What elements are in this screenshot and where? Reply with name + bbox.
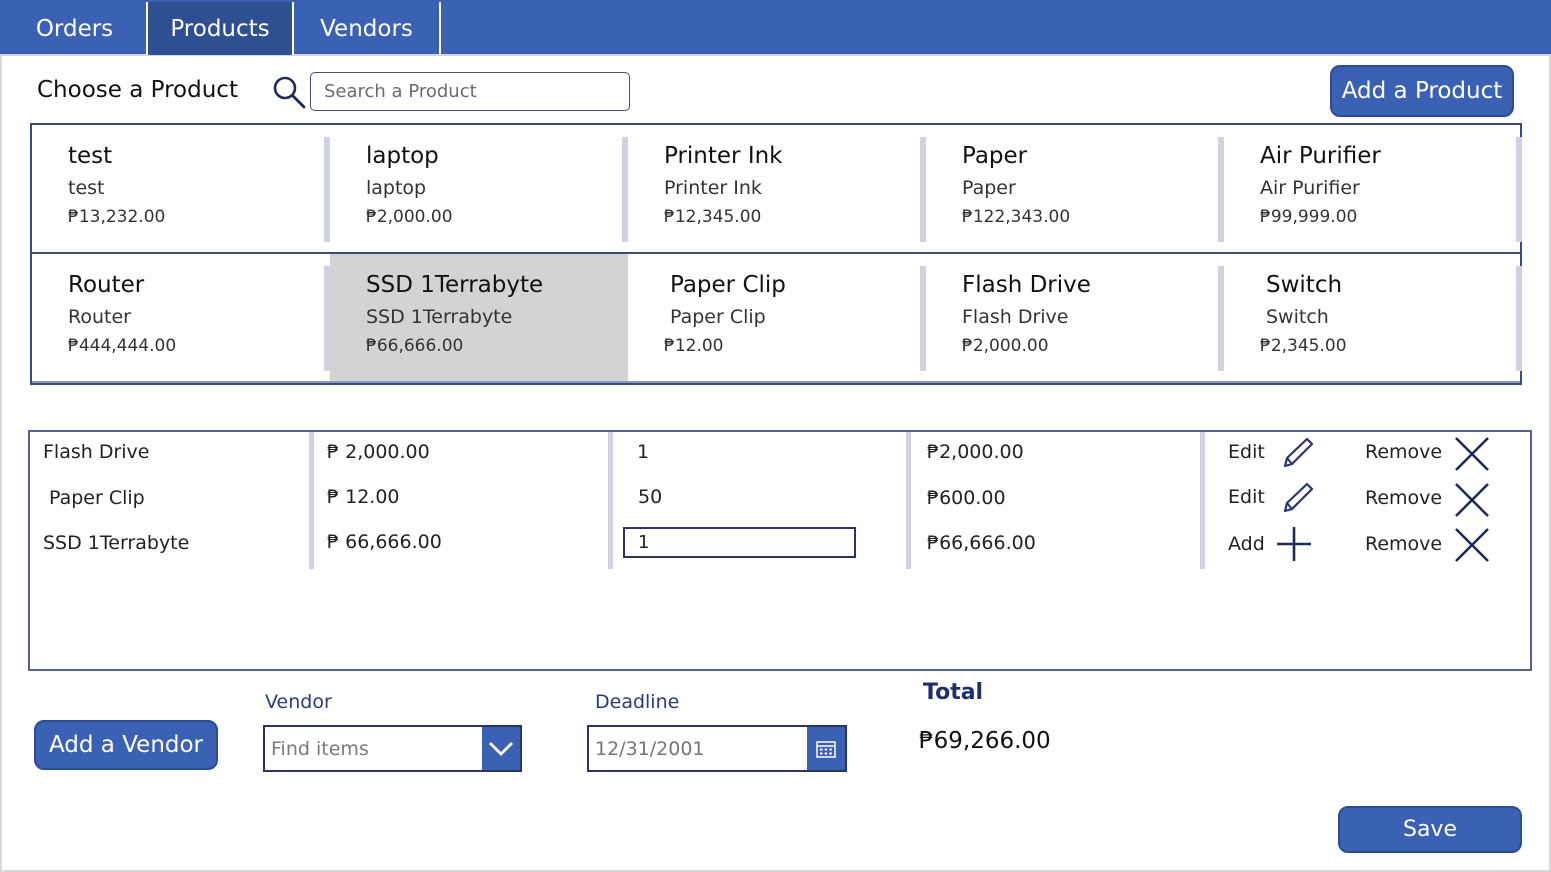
save-button[interactable]: Save [1338,806,1522,853]
chevron-down-icon[interactable] [482,727,520,770]
product-name: Paper [962,143,1028,169]
product-price: ₱122,343.00 [962,207,1071,227]
quantity-input[interactable] [623,527,856,558]
gallery-bottom-line [32,381,1520,383]
product-description: Paper [962,177,1016,199]
line-subtotal: ₱2,000.00 [927,441,1024,463]
product-card[interactable]: Paper Paper ₱122,343.00 [926,125,1224,252]
edit-label[interactable]: Edit [1228,486,1265,508]
product-card[interactable]: test test ₱13,232.00 [32,125,330,252]
line-subtotal: ₱66,666.00 [927,532,1036,554]
line-subtotal: ₱600.00 [927,487,1006,509]
close-icon[interactable] [1453,435,1491,473]
pencil-icon[interactable] [1278,480,1316,518]
product-name: Router [68,272,145,298]
product-price: ₱444,444.00 [68,336,177,356]
product-price: ₱2,000.00 [366,207,453,227]
product-name: Switch [1266,272,1343,298]
product-price: ₱2,345.00 [1260,336,1347,356]
line-product-name: SSD 1Terrabyte [43,532,190,554]
product-description: Router [68,306,131,328]
calendar-icon[interactable] [807,727,845,770]
deadline-input[interactable] [589,727,808,770]
product-name: laptop [366,143,439,169]
product-price: ₱66,666.00 [366,336,464,356]
product-description: Printer Ink [664,177,762,199]
vendor-search-input[interactable] [265,727,482,770]
close-icon[interactable] [1453,481,1491,519]
product-price: ₱13,232.00 [68,207,166,227]
line-unit-price: ₱ 2,000.00 [327,441,430,463]
column-separator [309,432,314,569]
product-name: Paper Clip [670,272,786,298]
product-description: SSD 1Terrabyte [366,306,513,328]
product-price: ₱12,345.00 [664,207,762,227]
add-label[interactable]: Add [1228,533,1265,555]
tab-vendors[interactable]: Vendors [294,2,441,55]
product-description: laptop [366,177,427,199]
line-quantity: 50 [638,486,663,508]
tab-bar: Orders Products Vendors [0,0,1551,56]
product-description: test [68,177,105,199]
vendor-combobox[interactable] [263,725,522,772]
add-vendor-button[interactable]: Add a Vendor [34,720,218,770]
remove-label[interactable]: Remove [1365,441,1442,463]
vendor-label: Vendor [265,691,332,713]
remove-label[interactable]: Remove [1365,533,1442,555]
product-card[interactable]: Flash Drive Flash Drive ₱2,000.00 [926,254,1224,381]
product-name: test [68,143,113,169]
product-name: Air Purifier [1260,143,1381,169]
product-description: Flash Drive [962,306,1069,328]
column-separator [608,432,613,569]
plus-icon[interactable] [1275,525,1313,563]
close-icon[interactable] [1453,526,1491,564]
line-product-name: Flash Drive [43,441,150,463]
product-card[interactable]: laptop laptop ₱2,000.00 [330,125,628,252]
card-separator [1516,137,1522,242]
order-lines-table: Flash Drive ₱ 2,000.00 1 ₱2,000.00 Edit … [28,430,1532,671]
tab-products[interactable]: Products [148,2,294,55]
card-separator [1516,266,1522,371]
product-name: SSD 1Terrabyte [366,272,544,298]
edit-label[interactable]: Edit [1228,441,1265,463]
tab-orders[interactable]: Orders [3,2,148,55]
total-label: Total [923,680,984,705]
product-card[interactable]: Router Router ₱444,444.00 [32,254,330,381]
product-card[interactable]: Air Purifier Air Purifier ₱99,999.00 [1224,125,1522,252]
search-input[interactable] [310,72,630,111]
product-card-selected[interactable]: SSD 1Terrabyte SSD 1Terrabyte ₱66,666.00 [330,254,628,381]
product-card[interactable]: Paper Clip Paper Clip ₱12.00 [628,254,926,381]
column-separator [906,432,911,569]
product-price: ₱2,000.00 [962,336,1049,356]
product-gallery[interactable]: test test ₱13,232.00 laptop laptop ₱2,00… [30,123,1522,385]
column-separator [1200,432,1205,569]
line-unit-price: ₱ 12.00 [327,486,400,508]
line-unit-price: ₱ 66,666.00 [327,531,442,553]
product-name: Printer Ink [664,143,783,169]
product-price: ₱99,999.00 [1260,207,1358,227]
deadline-datepicker[interactable] [587,725,847,772]
product-card[interactable]: Switch Switch ₱2,345.00 [1224,254,1522,381]
total-value: ₱69,266.00 [919,728,1051,754]
product-description: Paper Clip [670,306,766,328]
search-icon[interactable] [270,73,308,111]
page-title: Choose a Product [37,77,238,103]
product-card[interactable]: Printer Ink Printer Ink ₱12,345.00 [628,125,926,252]
product-description: Switch [1266,306,1329,328]
line-product-name: Paper Clip [49,487,145,509]
product-price: ₱12.00 [664,336,724,356]
remove-label[interactable]: Remove [1365,487,1442,509]
product-name: Flash Drive [962,272,1091,298]
product-description: Air Purifier [1260,177,1360,199]
add-product-button[interactable]: Add a Product [1330,65,1514,117]
line-quantity: 1 [637,441,650,463]
pencil-icon[interactable] [1278,435,1316,473]
deadline-label: Deadline [595,691,680,713]
